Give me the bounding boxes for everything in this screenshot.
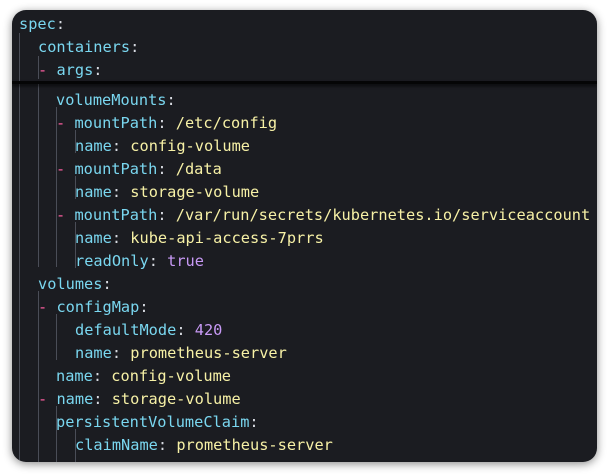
yaml-key: persistentVolumeClaim (56, 413, 250, 431)
colon: : (55, 15, 66, 33)
code-line[interactable]: persistentVolumeClaim: (56, 411, 259, 434)
yaml-value: /etc/config (175, 114, 278, 132)
code-line[interactable]: volumeMounts: (56, 89, 176, 112)
colon: : (111, 183, 122, 201)
yaml-number: 420 (194, 321, 223, 339)
colon: : (130, 38, 140, 56)
yaml-key: claimName (75, 436, 158, 454)
list-dash: - (38, 298, 48, 316)
yaml-key: name (56, 367, 93, 385)
yaml-value: storage-volume (130, 183, 260, 201)
yaml-key: containers (38, 38, 131, 56)
colon: : (111, 344, 122, 362)
indent-guide (19, 33, 20, 462)
yaml-boolean: true (167, 252, 204, 270)
yaml-value: prometheus-server (176, 436, 333, 454)
yaml-value: storage-volume (111, 390, 241, 408)
colon: : (93, 390, 103, 408)
code-editor[interactable]: spec: containers: - args: volumeMounts: … (12, 10, 597, 462)
list-dash: - (56, 160, 66, 178)
code-line[interactable]: defaultMode: 420 (75, 319, 222, 342)
yaml-key: args (56, 61, 94, 79)
code-line-sticky-args[interactable]: - args: (38, 59, 103, 82)
yaml-key: name (75, 183, 112, 201)
yaml-key: name (75, 137, 112, 155)
code-line[interactable]: - mountPath: /etc/config (56, 112, 277, 135)
yaml-key: mountPath (74, 160, 158, 178)
colon: : (157, 160, 167, 178)
code-line[interactable]: name: prometheus-server (75, 342, 287, 365)
yaml-key: mountPath (74, 114, 158, 132)
yaml-key: spec (19, 15, 56, 33)
sticky-scroll-divider (12, 81, 597, 84)
yaml-key: name (56, 390, 94, 408)
colon: : (249, 413, 259, 431)
code-line[interactable]: - mountPath: /var/run/secrets/kubernetes… (56, 204, 590, 227)
list-dash: - (56, 114, 66, 132)
yaml-value: prometheus-server (130, 344, 287, 362)
yaml-key: readOnly (75, 252, 149, 270)
code-line[interactable]: volumes: (38, 273, 112, 296)
list-dash: - (38, 390, 48, 408)
colon: : (93, 61, 103, 79)
colon: : (166, 91, 176, 109)
yaml-key: volumeMounts (56, 91, 167, 109)
code-line[interactable]: name: config-volume (75, 135, 250, 158)
code-line-sticky-spec[interactable]: spec: (19, 13, 65, 36)
colon: : (139, 298, 149, 316)
indent-guide (56, 314, 57, 360)
yaml-key: volumes (38, 275, 103, 293)
code-line[interactable]: name: config-volume (56, 365, 231, 388)
yaml-key: defaultMode (75, 321, 177, 339)
code-line[interactable]: name: kube-api-access-7prrs (75, 227, 324, 250)
code-line[interactable]: readOnly: true (75, 250, 204, 273)
indent-guide (38, 84, 39, 267)
colon: : (157, 206, 167, 224)
yaml-key: name (75, 229, 112, 247)
list-dash: - (38, 61, 48, 79)
code-line[interactable]: - name: storage-volume (38, 388, 241, 411)
code-line[interactable]: name: storage-volume (75, 181, 259, 204)
yaml-value: /var/run/secrets/kubernetes.io/serviceac… (175, 206, 591, 224)
colon: : (157, 436, 168, 454)
yaml-key: mountPath (74, 206, 158, 224)
colon: : (176, 321, 186, 339)
colon: : (111, 137, 122, 155)
colon: : (102, 275, 112, 293)
code-line-sticky-containers[interactable]: containers: (38, 36, 139, 59)
colon: : (157, 114, 167, 132)
code-line[interactable]: - configMap: (38, 296, 149, 319)
yaml-value: /data (175, 160, 222, 178)
colon: : (92, 367, 103, 385)
list-dash: - (56, 206, 66, 224)
yaml-value: kube-api-access-7prrs (130, 229, 324, 247)
yaml-key: name (75, 344, 112, 362)
colon: : (111, 229, 122, 247)
code-line[interactable]: - mountPath: /data (56, 158, 222, 181)
colon: : (148, 252, 158, 270)
yaml-value: config-volume (130, 137, 251, 155)
yaml-key: configMap (56, 298, 140, 316)
yaml-value: config-volume (111, 367, 232, 385)
code-line[interactable]: claimName: prometheus-server (75, 434, 333, 457)
